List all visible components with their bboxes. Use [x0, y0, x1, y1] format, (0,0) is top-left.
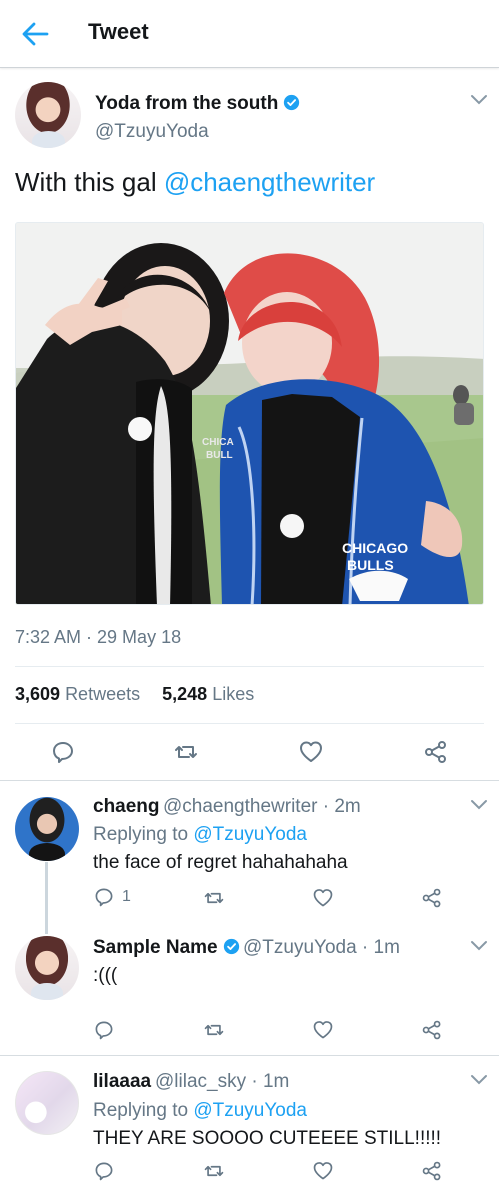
reply-1-share-icon[interactable]: [421, 887, 443, 909]
retweets-stat[interactable]: 3,609 Retweets: [15, 684, 140, 704]
reply-2-handle-time[interactable]: @TzuyuYoda · 1m: [243, 937, 400, 959]
back-arrow-icon[interactable]: [20, 20, 50, 48]
tweet-actions-divider: [0, 780, 499, 781]
tweet-photo[interactable]: CHICA BULL CHICAGO BULLS: [15, 222, 484, 605]
tweet-timestamp: 7:32 AM · 29 May 18: [15, 627, 182, 647]
reply-3-retweet-icon[interactable]: [203, 1160, 225, 1182]
reply-1-avatar[interactable]: [15, 797, 79, 861]
tweet-stats: 3,609 Retweets 5,248 Likes: [15, 684, 254, 705]
verified-badge-icon: [284, 94, 300, 111]
reply-1-reply-count: 1: [122, 888, 131, 905]
chevron-down-icon[interactable]: [470, 94, 488, 106]
likes-stat[interactable]: 5,248 Likes: [162, 684, 254, 704]
tweet-text: With this gal @chaengthewriter: [15, 167, 375, 198]
divider-top-stats: [15, 666, 484, 667]
reply-2-name-label: Sample Name: [93, 937, 218, 958]
tweet-mention-link[interactable]: @chaengthewriter: [164, 167, 375, 197]
jacket-right-text: CHICAGO: [342, 540, 408, 556]
reply-2-text: :(((: [93, 965, 118, 986]
tweet-photo-illustration: CHICA BULL CHICAGO BULLS: [16, 223, 483, 604]
reply-1-handle-time[interactable]: @chaengthewriter · 2m: [163, 796, 361, 818]
retweet-icon: [175, 746, 197, 758]
reply-3-reply-icon[interactable]: [93, 1160, 115, 1182]
divider-bottom-stats: [15, 723, 484, 724]
reply-2-reply-icon[interactable]: [93, 1019, 115, 1041]
author-name[interactable]: Yoda from the south: [95, 93, 300, 115]
replying-prefix: Replying to: [93, 824, 194, 845]
replying-handle-link[interactable]: @TzuyuYoda: [193, 824, 307, 845]
replying-prefix: Replying to: [93, 1100, 194, 1121]
retweets-count: 3,609: [15, 684, 61, 704]
likes-label: Likes: [212, 684, 255, 704]
reply-1-text: the face of regret hahahahaha: [93, 852, 348, 873]
reply-3-avatar[interactable]: [15, 1071, 79, 1135]
reply-icon: [53, 742, 73, 763]
reply-2-share-icon[interactable]: [421, 1019, 443, 1041]
reply-3-handle-time[interactable]: @lilac_sky · 1m: [155, 1071, 289, 1093]
likes-count: 5,248: [162, 684, 208, 704]
page-title: Tweet: [88, 19, 149, 44]
reply-3-chevron-down-icon[interactable]: [470, 1074, 488, 1086]
like-button[interactable]: [298, 739, 324, 765]
reply-button[interactable]: [50, 739, 76, 765]
share-icon: [425, 741, 446, 763]
reply-2-name[interactable]: Sample Name: [93, 937, 240, 959]
author-avatar[interactable]: [15, 82, 81, 148]
retweets-label: Retweets: [65, 684, 141, 704]
reply-1-replying-to: Replying to @TzuyuYoda: [93, 824, 307, 846]
reply-3-share-icon[interactable]: [421, 1160, 443, 1182]
reply-3-name[interactable]: lilaaaa: [93, 1071, 151, 1093]
reply-1-chevron-down-icon[interactable]: [470, 799, 488, 811]
author-handle[interactable]: @TzuyuYoda: [95, 121, 209, 143]
reply-3-text: THEY ARE SOOOO CUTEEEE STILL!!!!!: [93, 1128, 442, 1149]
thread-connector-line: [45, 862, 48, 934]
jacket-left-text-2: BULL: [206, 450, 233, 461]
reply-2-retweet-icon[interactable]: [203, 1019, 225, 1041]
reply-2-chevron-down-icon[interactable]: [470, 940, 488, 952]
reply-1-name[interactable]: chaeng: [93, 796, 160, 818]
reply-3-replying-to: Replying to @TzuyuYoda: [93, 1100, 307, 1122]
verified-badge-icon: [223, 938, 239, 955]
jacket-right-text-2: BULLS: [347, 557, 394, 573]
jacket-left-text: CHICA: [202, 437, 234, 448]
author-name-label: Yoda from the south: [95, 93, 279, 114]
share-button[interactable]: [423, 739, 449, 765]
reply-2-like-icon[interactable]: [312, 1019, 334, 1041]
retweet-button[interactable]: [173, 739, 199, 765]
reply-1-retweet-icon[interactable]: [203, 887, 225, 909]
like-icon: [300, 741, 322, 762]
reply-2-avatar[interactable]: [15, 936, 79, 1000]
tweet-text-prefix: With this gal: [15, 167, 164, 197]
top-bar: Tweet: [0, 0, 499, 68]
reply-3-like-icon[interactable]: [312, 1160, 334, 1182]
reply-1-reply-icon[interactable]: [93, 886, 115, 908]
replying-handle-link[interactable]: @TzuyuYoda: [193, 1100, 307, 1121]
reply-1-like-icon[interactable]: [312, 887, 334, 909]
reply-2-divider: [0, 1055, 499, 1056]
